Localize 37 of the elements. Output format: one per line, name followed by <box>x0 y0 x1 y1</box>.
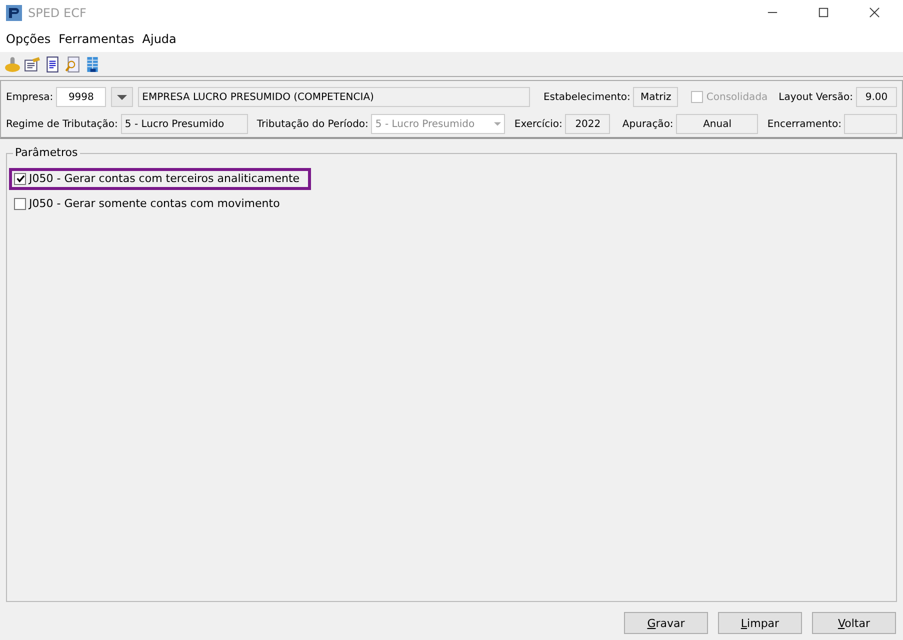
assessment-field: Anual <box>676 114 758 134</box>
fiscal-year-field: 2022 <box>565 114 610 134</box>
field-label: Exercício: <box>514 118 562 130</box>
field-label: Regime de Tributação: <box>6 118 118 130</box>
caret-icon <box>117 94 128 100</box>
menu-item[interactable]: Ajuda <box>142 32 176 46</box>
period-tax-dropdown[interactable]: 5 - Lucro Presumido <box>371 114 506 134</box>
checkmark-icon <box>16 174 24 183</box>
menu-item[interactable]: Opções <box>6 32 51 46</box>
option-checkbox[interactable]: J050 - Gerar contas com terceiros analiticamente <box>14 172 300 185</box>
field-label: Empresa: <box>6 92 54 102</box>
company-name-field: EMPRESA LUCRO PRESUMIDO (COMPETENCIA) <box>138 87 530 107</box>
close-icon[interactable] <box>869 7 880 18</box>
field-label: Apuração: <box>622 118 674 130</box>
table-icon[interactable] <box>84 56 101 72</box>
action-button[interactable]: Gravar <box>624 612 708 634</box>
document-edit-icon[interactable] <box>24 56 41 72</box>
field-label: Encerramento: <box>767 118 842 130</box>
menu-item[interactable]: Ferramentas <box>58 32 134 46</box>
action-button[interactable]: Limpar <box>718 612 802 634</box>
action-button[interactable]: Voltar <box>812 612 896 634</box>
maximize-icon[interactable] <box>818 7 829 18</box>
caret-icon <box>494 122 502 126</box>
option-checkbox[interactable]: J050 - Gerar somente contas com movimento <box>14 197 280 210</box>
document-icon[interactable] <box>44 56 61 72</box>
window-title: SPED ECF <box>28 6 86 20</box>
tax-regime-field: 5 - Lucro Presumido <box>120 114 248 134</box>
establishment-field: Matriz <box>633 87 678 107</box>
field-label: Estabelecimento: <box>543 92 630 102</box>
field-label: Layout Versão: <box>778 92 853 102</box>
layout-version-field: 9.00 <box>856 87 897 107</box>
closing-field <box>844 114 897 134</box>
app-logo-icon <box>6 4 22 20</box>
field-label: Tributação do Período: <box>256 118 368 130</box>
dropdown-button[interactable] <box>111 87 134 107</box>
group-title: Parâmetros <box>13 146 80 159</box>
company-code-field[interactable]: 9998 <box>56 87 106 107</box>
